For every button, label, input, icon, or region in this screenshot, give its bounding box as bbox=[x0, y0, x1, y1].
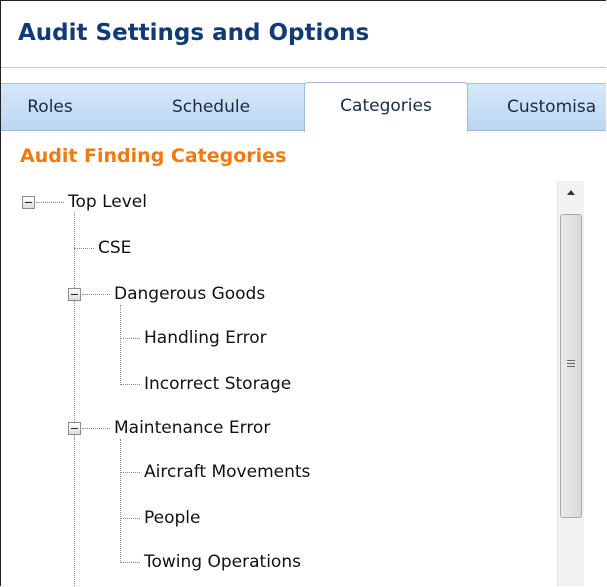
grip-line bbox=[567, 366, 575, 367]
tree-connector-dangerous-goods bbox=[120, 305, 121, 385]
tab-schedule[interactable]: Schedule bbox=[151, 84, 271, 130]
collapse-icon-top-level[interactable] bbox=[22, 196, 35, 209]
title-bar: Audit Settings and Options bbox=[1, 1, 606, 67]
collapse-icon-dangerous-goods[interactable] bbox=[68, 288, 81, 301]
tab-strip: Roles Schedule Categories Customisa bbox=[1, 82, 606, 132]
section-title: Audit Finding Categories bbox=[20, 145, 287, 167]
tree-node-dangerous-goods[interactable]: Dangerous Goods bbox=[114, 283, 265, 305]
tree-branch-maintenance-error bbox=[82, 428, 110, 429]
tree-connector-maintenance-error bbox=[120, 439, 121, 563]
title-divider bbox=[1, 67, 606, 68]
tree-node-handling-error[interactable]: Handling Error bbox=[144, 327, 267, 349]
tree-branch-root bbox=[36, 202, 64, 203]
tab-roles[interactable]: Roles bbox=[15, 84, 85, 130]
tree-branch-towing-operations bbox=[120, 562, 140, 563]
tree-scrollbar[interactable] bbox=[557, 181, 584, 586]
grip-line bbox=[567, 360, 575, 361]
tree-branch-people bbox=[120, 518, 140, 519]
scroll-up-arrow-icon[interactable] bbox=[558, 181, 584, 205]
tree-node-people[interactable]: People bbox=[144, 507, 200, 529]
tree-node-cse[interactable]: CSE bbox=[98, 237, 131, 259]
page-title: Audit Settings and Options bbox=[18, 20, 370, 46]
grip-line bbox=[567, 363, 575, 364]
tree-node-incorrect-storage[interactable]: Incorrect Storage bbox=[144, 373, 291, 395]
tree-node-top-level[interactable]: Top Level bbox=[68, 191, 147, 213]
tree-branch-aircraft-movements bbox=[120, 472, 140, 473]
collapse-icon-maintenance-error[interactable] bbox=[68, 422, 81, 435]
tab-categories[interactable]: Categories bbox=[304, 82, 468, 132]
tree-branch-cse bbox=[74, 248, 94, 249]
category-tree: Top Level CSE Dangerous Goods Handling E… bbox=[1, 181, 551, 586]
tree-branch-handling-error bbox=[120, 338, 140, 339]
tree-branch-dangerous-goods bbox=[82, 294, 110, 295]
tree-branch-incorrect-storage bbox=[120, 384, 140, 385]
tree-node-towing-operations[interactable]: Towing Operations bbox=[144, 551, 301, 573]
scroll-thumb[interactable] bbox=[560, 214, 582, 518]
tree-node-maintenance-error[interactable]: Maintenance Error bbox=[114, 417, 270, 439]
tree-node-aircraft-movements[interactable]: Aircraft Movements bbox=[144, 461, 310, 483]
tab-customisation[interactable]: Customisa bbox=[507, 84, 606, 130]
audit-settings-panel: Audit Settings and Options Roles Schedul… bbox=[0, 0, 606, 586]
tree-connector-root bbox=[74, 213, 75, 586]
